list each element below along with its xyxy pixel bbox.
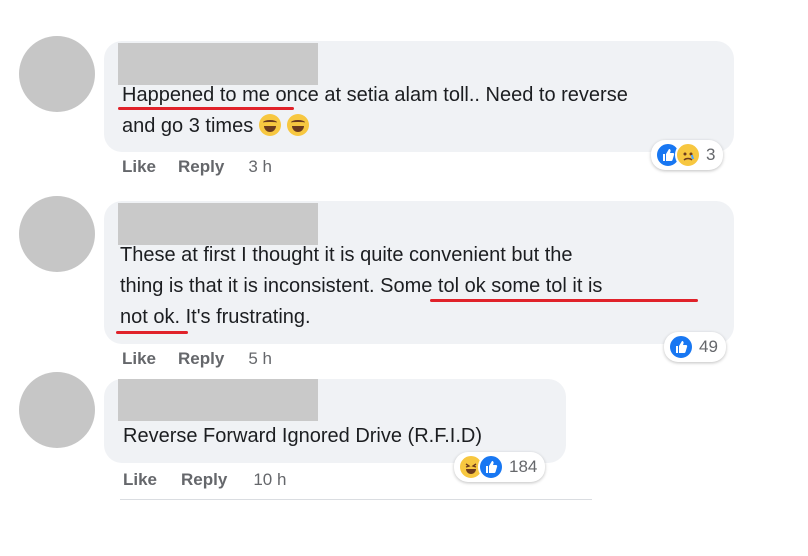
comment-actions: Like Reply 3 h [122,157,272,177]
like-icon [478,454,504,480]
reaction-count: 49 [699,337,718,356]
comment-text-line: not ok. It's frustrating. [120,306,311,328]
like-icon [668,334,694,360]
comment-timestamp[interactable]: 10 h [253,470,286,490]
avatar[interactable] [19,36,95,112]
comment-actions: Like Reply 5 h [122,349,272,369]
comment-timestamp[interactable]: 5 h [248,349,272,369]
tears-of-joy-emoji-icon [259,114,282,136]
redacted-author-name[interactable] [118,203,318,245]
like-button[interactable]: Like [122,157,156,177]
comment-text-line: thing is that it is inconsistent. Some t… [120,275,603,297]
reaction-count: 3 [706,145,716,164]
redacted-author-name[interactable] [118,379,318,421]
reaction-count: 184 [509,457,538,476]
like-button[interactable]: Like [122,349,156,369]
comment-text-line: Reverse Forward Ignored Drive (R.F.I.D) [123,425,482,447]
avatar[interactable] [19,372,95,448]
comment-text: Reverse Forward Ignored Drive (R.F.I.D) [123,421,563,452]
divider [120,499,592,500]
comment-timestamp[interactable]: 3 h [248,157,272,177]
comment-actions: Like Reply 10 h [123,470,286,490]
comment-text: These at first I thought it is quite con… [120,240,730,333]
highlight-underline [116,331,188,334]
highlight-underline [118,107,294,110]
reply-button[interactable]: Reply [178,349,224,369]
reaction-summary[interactable]: 184 [454,452,546,482]
like-button[interactable]: Like [123,470,157,490]
highlight-underline [430,299,698,302]
comment-text-line: Happened to me once at setia alam toll..… [122,84,628,106]
tears-of-joy-emoji-icon [287,114,310,136]
comment-text-line: These at first I thought it is quite con… [120,244,573,266]
reaction-summary[interactable]: 3 [651,140,724,170]
comment-text-line: and go 3 times [122,115,254,137]
reaction-summary[interactable]: 49 [664,332,726,362]
avatar[interactable] [19,196,95,272]
sad-icon [675,142,701,168]
comment-text: Happened to me once at setia alam toll..… [122,80,722,142]
reply-button[interactable]: Reply [178,157,224,177]
reply-button[interactable]: Reply [181,470,227,490]
redacted-author-name[interactable] [118,43,318,85]
